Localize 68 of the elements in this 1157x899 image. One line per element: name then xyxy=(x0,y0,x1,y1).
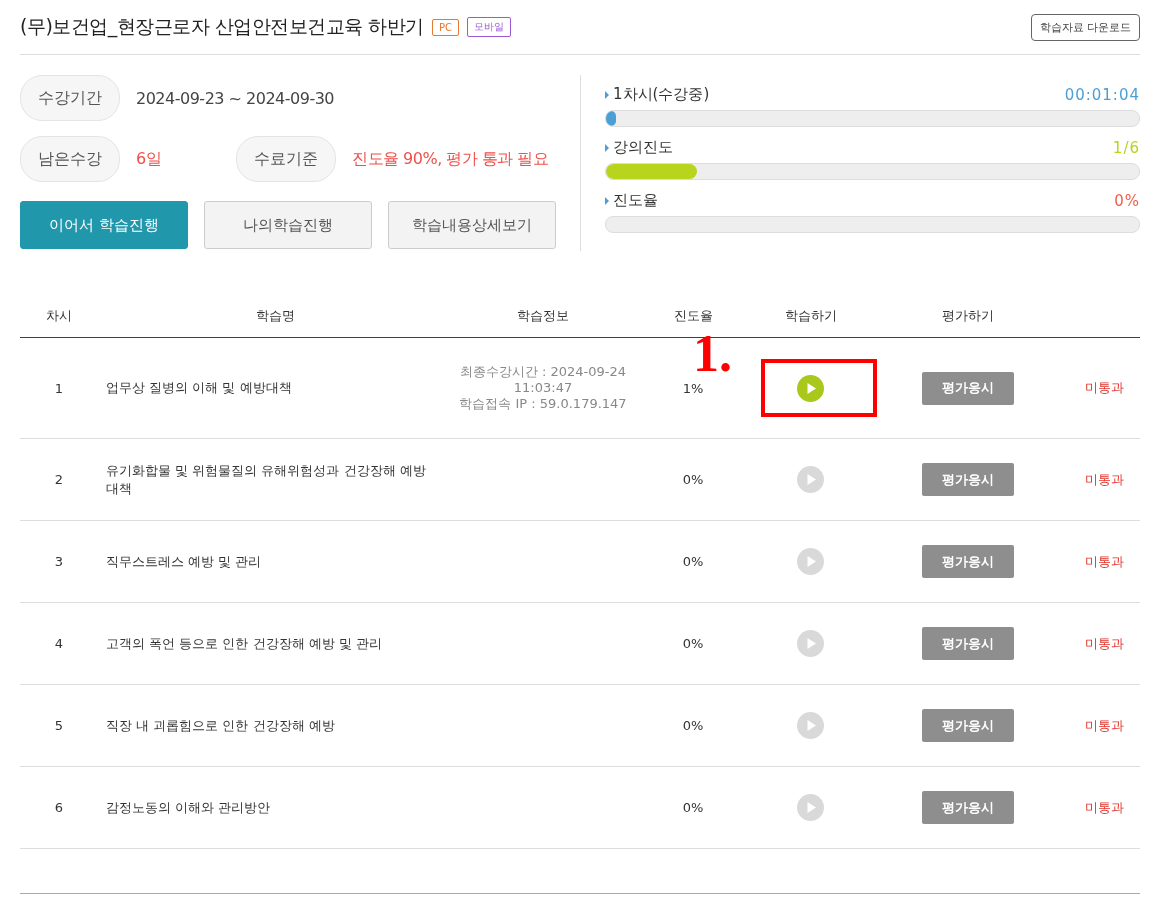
pass-status: 미통과 xyxy=(1084,471,1124,487)
play-icon[interactable] xyxy=(797,630,824,657)
info-label: 수료기준 xyxy=(236,136,336,182)
progress-percent: 0% xyxy=(682,472,704,487)
platform-tag: 모바일 xyxy=(466,17,511,37)
exam-button[interactable]: 평가응시 xyxy=(922,709,1014,742)
meter-reading: 1/6 xyxy=(1112,138,1140,157)
row-number: 4 xyxy=(54,636,64,651)
progress-percent: 0% xyxy=(682,636,704,651)
info-label: 수강기간 xyxy=(20,75,120,121)
study-info: 학습접속 IP : 59.0.179.147 xyxy=(458,396,628,413)
progress-percent: 0% xyxy=(682,554,704,569)
info-label: 남은수강 xyxy=(20,136,120,182)
meter-label: 강의진도 xyxy=(613,138,673,157)
action-button[interactable]: 이어서 학습진행 xyxy=(20,201,188,249)
info-value: 6일 xyxy=(136,148,163,170)
meter-label: 진도율 xyxy=(613,191,658,210)
meter-reading: 0% xyxy=(1114,191,1140,210)
pass-status: 미통과 xyxy=(1084,799,1124,815)
lesson-title: 직장 내 괴롭힘으로 인한 건강장해 예방 xyxy=(106,717,335,733)
course-title: (무)보건업_현장근로자 산업안전보건교육 하반기 xyxy=(20,14,424,40)
triangle-icon xyxy=(605,196,609,205)
exam-button[interactable]: 평가응시 xyxy=(922,463,1014,496)
meter-label: 1차시(수강중) xyxy=(613,85,710,104)
pass-status: 미통과 xyxy=(1084,380,1124,395)
lesson-title: 업무상 질병의 이해 및 예방대책 xyxy=(106,380,292,395)
play-icon[interactable] xyxy=(797,374,824,402)
lesson-title: 감정노동의 이해와 관리방안 xyxy=(106,799,271,815)
pass-status: 미통과 xyxy=(1084,553,1124,569)
info-value: 2024-09-23 ~ 2024-09-30 xyxy=(136,88,335,108)
lesson-title: 직무스트레스 예방 및 관리 xyxy=(106,553,262,569)
play-icon[interactable] xyxy=(797,712,824,739)
lesson-title: 유기화합물 및 위험물질의 유해위험성과 건강장해 예방대책 xyxy=(106,462,426,496)
column-header: 진도율 xyxy=(673,308,713,323)
row-number: 6 xyxy=(54,800,64,815)
study-info: 최종수강시간 : 2024-09-24 xyxy=(458,363,628,380)
triangle-icon xyxy=(605,90,609,99)
exam-button[interactable]: 평가응시 xyxy=(922,627,1014,660)
play-icon[interactable] xyxy=(797,794,824,821)
progress-percent: 1% xyxy=(682,380,704,396)
row-number: 2 xyxy=(54,472,64,487)
platform-tag: PC xyxy=(431,18,459,36)
progress-percent: 0% xyxy=(682,718,704,733)
lesson-title: 고객의 폭언 등으로 인한 건강장해 예방 및 관리 xyxy=(106,635,382,651)
download-button[interactable]: 학습자료 다운로드 xyxy=(1030,13,1140,41)
column-header: 학습정보 xyxy=(517,308,569,323)
row-number: 5 xyxy=(54,718,64,733)
row-number: 3 xyxy=(54,554,64,569)
action-button[interactable]: 학습내용상세보기 xyxy=(388,201,556,249)
triangle-icon xyxy=(605,143,609,152)
study-info: 11:03:47 xyxy=(512,379,574,397)
play-icon[interactable] xyxy=(797,548,824,575)
column-header: 학습하기 xyxy=(784,308,837,323)
pass-status: 미통과 xyxy=(1084,717,1124,733)
pass-status: 미통과 xyxy=(1084,635,1124,651)
exam-button[interactable]: 평가응시 xyxy=(922,371,1014,405)
info-value: 진도율 90%, 평가 통과 필요 xyxy=(352,148,549,170)
action-button[interactable]: 나의학습진행 xyxy=(204,201,372,249)
annotation-label: 1. xyxy=(693,328,732,380)
row-number: 1 xyxy=(54,380,64,396)
column-header: 평가하기 xyxy=(942,308,994,323)
play-icon[interactable] xyxy=(797,466,824,493)
exam-button[interactable]: 평가응시 xyxy=(922,791,1014,824)
exam-button[interactable]: 평가응시 xyxy=(922,545,1014,578)
column-header: 학습명 xyxy=(256,308,295,323)
progress-percent: 0% xyxy=(682,800,704,815)
column-header: 차시 xyxy=(46,308,72,323)
meter-reading: 00:01:04 xyxy=(1064,85,1140,104)
